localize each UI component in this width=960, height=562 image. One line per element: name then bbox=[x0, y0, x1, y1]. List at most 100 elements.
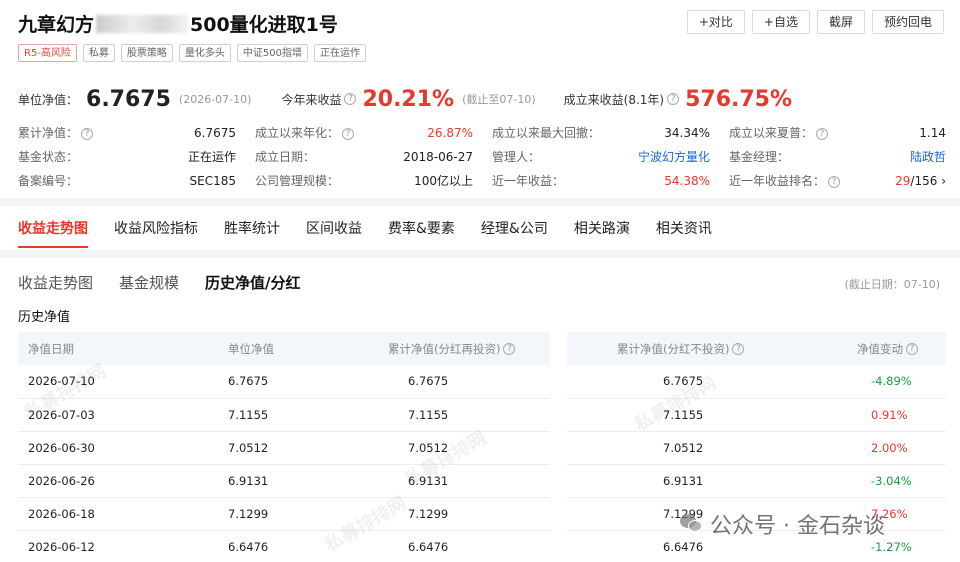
stat-label-wrap: 成立以来年化：? bbox=[255, 124, 355, 141]
tab-item[interactable]: 胜率统计 bbox=[224, 214, 280, 248]
table-cell: 7.1155 bbox=[348, 398, 550, 432]
table-row: 2026-06-26 6.9131 6.9131 bbox=[18, 464, 550, 498]
table-cell: 6.9131 bbox=[567, 464, 787, 498]
gutter bbox=[710, 147, 729, 166]
stat-value: 34.34% bbox=[664, 125, 710, 140]
table-cell: 2026-06-26 bbox=[18, 464, 198, 498]
ytd-note: (截止至07-10) bbox=[462, 93, 536, 106]
fund-title: 九章幻方 500量化进取1号 bbox=[18, 10, 338, 37]
wechat-label: 公众号 · 金石杂谈 bbox=[710, 514, 885, 539]
stat-value: SEC185 bbox=[189, 173, 236, 188]
stat-label: 累计净值： bbox=[18, 126, 79, 140]
stat-value[interactable]: 陆政哲 bbox=[910, 148, 946, 165]
separator bbox=[0, 250, 960, 258]
cutoff-date: (截止日期：07-10) bbox=[844, 278, 940, 291]
help-icon[interactable]: ? bbox=[906, 343, 918, 355]
stat-value[interactable]: 宁波幻方量化 bbox=[638, 148, 710, 165]
stat-label-wrap: 累计净值：? bbox=[18, 124, 94, 141]
ytd-value: 20.21% bbox=[362, 86, 455, 112]
tab-item[interactable]: 区间收益 bbox=[306, 214, 362, 248]
sub-tabs: 收益走势图 基金规模 历史净值/分红 bbox=[18, 272, 327, 293]
help-icon[interactable]: ? bbox=[503, 343, 516, 355]
fund-tag: 中证500指增 bbox=[236, 44, 309, 62]
rank-value[interactable]: 29/156 › bbox=[895, 174, 946, 188]
stat-item: 成立以来夏普：? 1.14 bbox=[729, 123, 946, 142]
gutter bbox=[236, 147, 255, 166]
column-header-label: 累计净值(分红再投资) bbox=[388, 341, 501, 356]
stat-label-wrap: 近一年收益排名：? bbox=[729, 172, 841, 189]
column-header-label: 累计净值(分红不投资) bbox=[617, 341, 730, 356]
section-title: 历史净值 bbox=[18, 310, 71, 325]
tab-item[interactable]: 费率&要素 bbox=[388, 214, 455, 248]
subtab-item[interactable]: 基金规模 bbox=[119, 272, 179, 293]
gutter bbox=[473, 171, 492, 190]
table-row: 2026-06-12 6.6476 6.6476 bbox=[18, 530, 550, 562]
table-cell: 6.9131 bbox=[198, 464, 348, 498]
table-row: 2026-07-03 7.1155 7.1155 bbox=[18, 398, 550, 432]
fund-title-part2: 500量化进取1号 bbox=[190, 14, 338, 36]
chevron-right-icon: › bbox=[937, 173, 946, 188]
gutter bbox=[710, 123, 729, 142]
tab-item[interactable]: 收益走势图 bbox=[18, 214, 88, 248]
gutter bbox=[710, 171, 729, 190]
table-row: 2026-06-18 7.1299 7.1299 bbox=[18, 497, 550, 531]
subtab-item[interactable]: 收益走势图 bbox=[18, 272, 93, 293]
help-icon[interactable]: ? bbox=[667, 93, 680, 105]
stat-label-wrap: 管理人： bbox=[492, 148, 540, 165]
compare-button[interactable]: +对比 bbox=[686, 10, 745, 34]
stat-label: 成立以来最大回撤： bbox=[492, 126, 601, 140]
stat-item: 近一年收益： 54.38% bbox=[492, 171, 710, 190]
subtab-item[interactable]: 历史净值/分红 bbox=[205, 272, 300, 293]
table-cell: 2026-06-30 bbox=[18, 431, 198, 465]
add-watchlist-button[interactable]: +自选 bbox=[751, 10, 810, 34]
stat-item: 近一年收益排名：? 29/156 › bbox=[729, 171, 946, 190]
stats-grid: 累计净值：? 6.7675 成立以来年化：? 26.87% 成立以来最大回撤： 34.34… bbox=[18, 123, 946, 190]
gutter bbox=[473, 123, 492, 142]
wechat-icon bbox=[680, 514, 704, 534]
stat-label: 成立以来年化： bbox=[255, 126, 340, 140]
tab-item[interactable]: 相关资讯 bbox=[656, 214, 712, 248]
help-icon[interactable]: ? bbox=[344, 93, 357, 105]
stat-item: 管理人： 宁波幻方量化 bbox=[492, 147, 710, 166]
table-header-row: 累计净值(分红不投资)? 净值变动? bbox=[567, 332, 946, 365]
help-icon[interactable]: ? bbox=[816, 127, 829, 140]
stat-item: 基金状态： 正在运作 bbox=[18, 147, 236, 166]
stat-item: 成立以来最大回撤： 34.34% bbox=[492, 123, 710, 142]
stat-label-wrap: 成立以来夏普：? bbox=[729, 124, 829, 141]
redacted-blur bbox=[96, 15, 189, 33]
table-row: 6.9131 -3.04% bbox=[567, 464, 946, 498]
tab-item[interactable]: 相关路演 bbox=[574, 214, 630, 248]
table-row: 7.1155 0.91% bbox=[567, 398, 946, 432]
column-header: 净值变动? bbox=[787, 332, 946, 365]
nav-change-cell: -4.89% bbox=[787, 365, 946, 399]
table-cell: 6.6476 bbox=[348, 530, 550, 562]
table-cell: 2026-06-12 bbox=[18, 530, 198, 562]
screenshot-button[interactable]: 截屏 bbox=[816, 10, 865, 34]
stat-label: 基金经理： bbox=[729, 150, 790, 164]
help-icon[interactable]: ? bbox=[342, 127, 355, 140]
stat-value: 100亿以上 bbox=[414, 174, 473, 188]
stat-label: 成立日期： bbox=[255, 150, 316, 164]
callback-button[interactable]: 预约回电 bbox=[871, 10, 944, 34]
main-tabs: 收益走势图 收益风险指标 胜率统计 区间收益 费率&要素 经理&公司 相关路演 相关资讯 bbox=[18, 214, 738, 248]
stat-label-wrap: 公司管理规模： bbox=[255, 172, 339, 189]
ytd-label: 今年来收益 bbox=[281, 92, 342, 107]
help-icon[interactable]: ? bbox=[732, 343, 745, 355]
nav-change-cell: 0.91% bbox=[787, 398, 946, 432]
nav-change-cell: 2.00% bbox=[787, 431, 946, 465]
fund-title-part1: 九章幻方 bbox=[18, 14, 95, 36]
fund-tag: 私募 bbox=[82, 44, 115, 62]
tab-item[interactable]: 收益风险指标 bbox=[114, 214, 198, 248]
gutter bbox=[473, 147, 492, 166]
help-icon[interactable]: ? bbox=[81, 127, 94, 140]
table-row: 6.7675 -4.89% bbox=[567, 365, 946, 399]
stat-label: 近一年收益： bbox=[492, 174, 565, 188]
help-icon[interactable]: ? bbox=[828, 175, 841, 188]
column-header: 单位净值 bbox=[198, 332, 348, 365]
inception-value: 576.75% bbox=[685, 86, 793, 112]
rank-position: 29 bbox=[895, 173, 911, 188]
tab-item[interactable]: 经理&公司 bbox=[481, 214, 548, 248]
stat-value: 26.87% bbox=[427, 125, 473, 140]
inception-label: 成立来收益(8.1年) bbox=[563, 92, 665, 107]
stat-label-wrap: 近一年收益： bbox=[492, 172, 564, 189]
